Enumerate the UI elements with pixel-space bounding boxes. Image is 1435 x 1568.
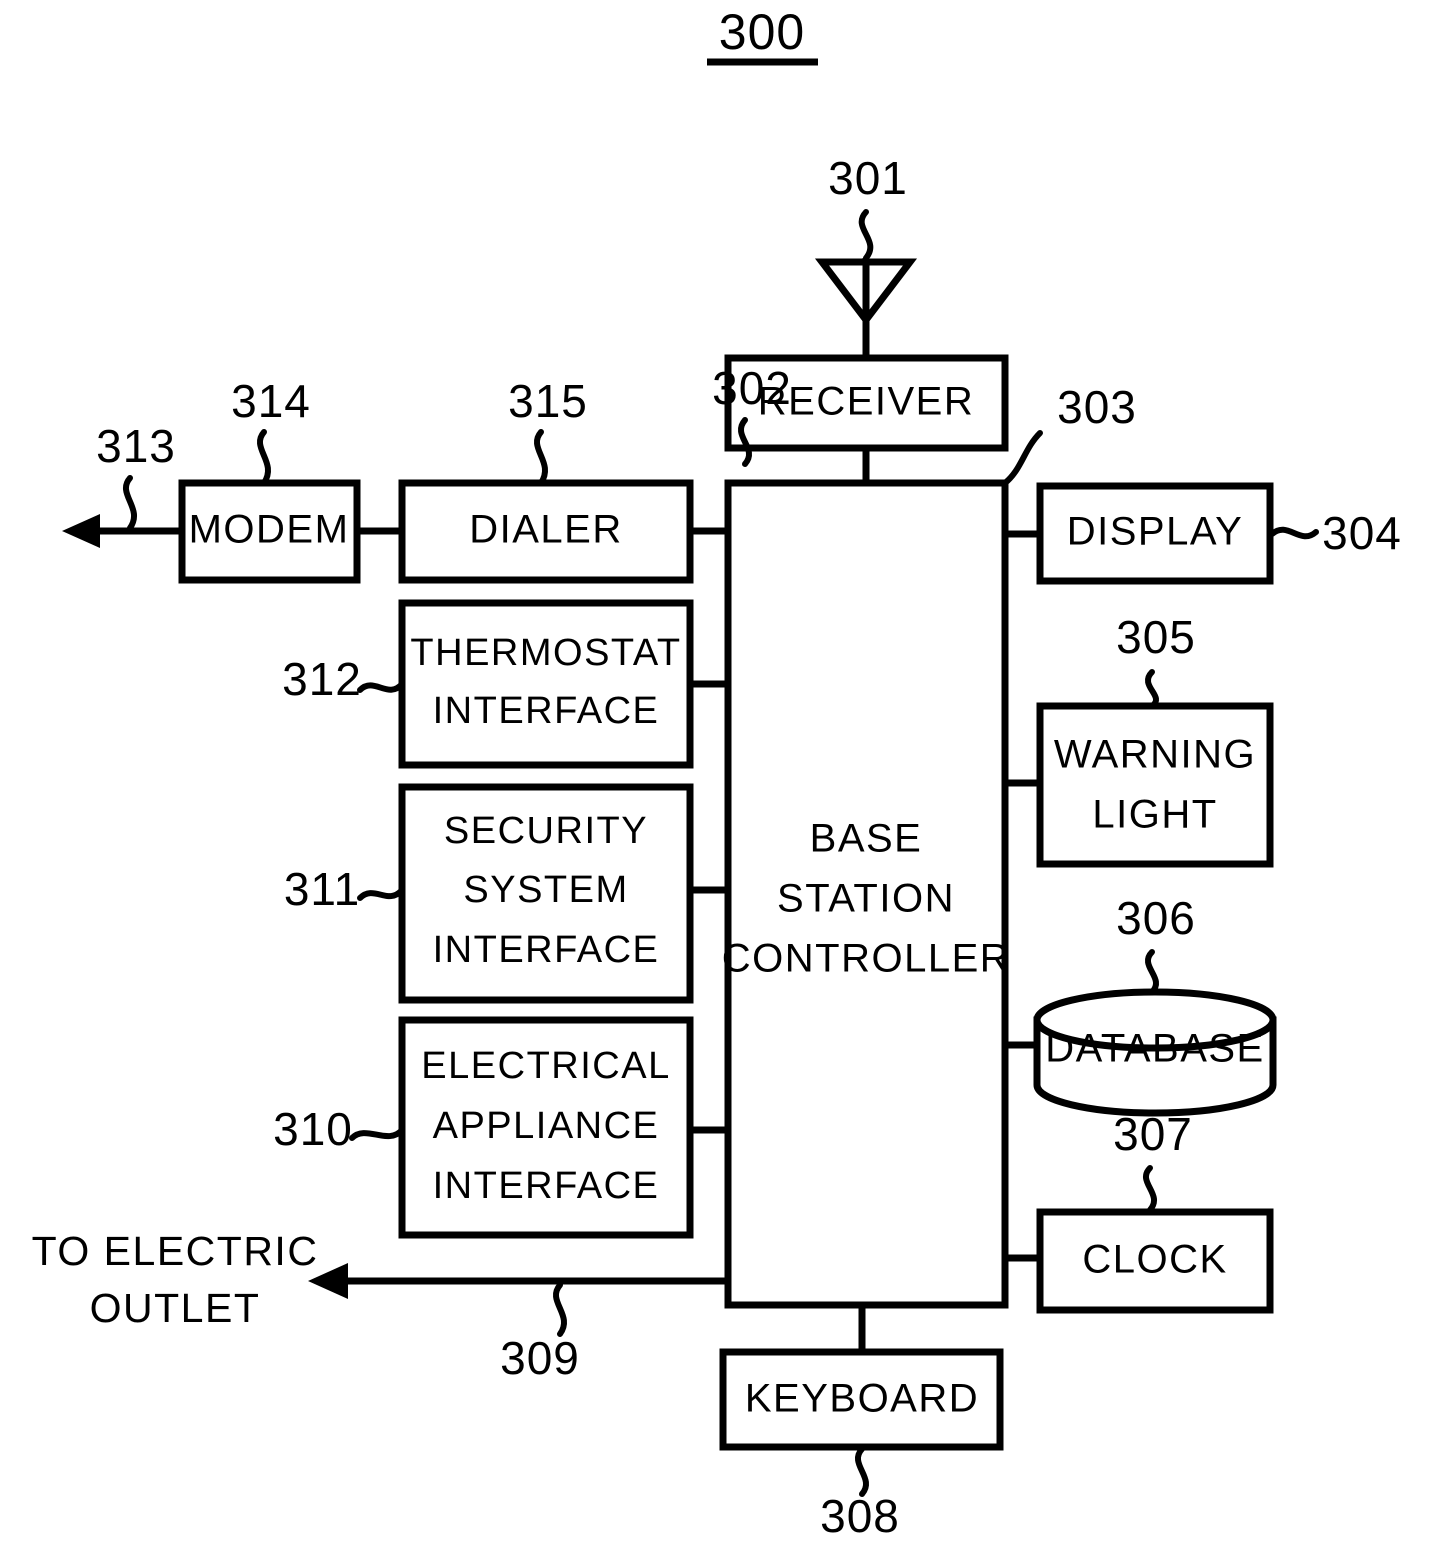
appliance-ref-number: 310 bbox=[273, 1103, 353, 1155]
keyboard-label: KEYBOARD bbox=[745, 1377, 979, 1421]
modem-ref-number: 314 bbox=[231, 375, 311, 427]
keyboard-lead-line bbox=[855, 1446, 869, 1497]
warning-lead-line bbox=[1145, 669, 1159, 709]
thermostat-interface-block[interactable] bbox=[398, 599, 694, 769]
warning-ref-number: 305 bbox=[1116, 611, 1196, 663]
database-label: DATABASE bbox=[1045, 1027, 1264, 1071]
security-label-line1: SECURITY bbox=[444, 810, 648, 852]
appliance-lead-line bbox=[349, 1127, 405, 1141]
clock-ref-number: 307 bbox=[1113, 1108, 1193, 1160]
electric-outlet-arrow bbox=[308, 1263, 728, 1299]
display-label: DISPLAY bbox=[1067, 510, 1244, 554]
controller-label-line3: CONTROLLER bbox=[722, 937, 1010, 981]
phone-line-lead bbox=[123, 475, 138, 531]
block-diagram-svg: 300 301 RECEIVER 302 BASE STATION CONTRO… bbox=[32, 4, 1402, 1542]
appliance-label-line2: APPLIANCE bbox=[433, 1105, 660, 1147]
dialer-ref-number: 315 bbox=[508, 375, 588, 427]
database-ref-number: 306 bbox=[1116, 892, 1196, 944]
clock-lead-line bbox=[1143, 1165, 1157, 1213]
controller-label-line2: STATION bbox=[777, 877, 955, 921]
antenna-lead-line bbox=[858, 209, 874, 261]
security-label-line2: SYSTEM bbox=[463, 869, 628, 911]
keyboard-ref-number: 308 bbox=[820, 1490, 900, 1542]
warning-light-block[interactable] bbox=[1036, 702, 1274, 868]
warning-label-line2: LIGHT bbox=[1092, 793, 1217, 837]
warning-label-line1: WARNING bbox=[1054, 733, 1256, 777]
outlet-lead-line bbox=[553, 1282, 568, 1337]
modem-lead-line bbox=[257, 429, 272, 486]
thermostat-label-line2: INTERFACE bbox=[433, 690, 660, 732]
phone-line-ref-number: 313 bbox=[96, 420, 176, 472]
appliance-label-line3: INTERFACE bbox=[433, 1165, 660, 1207]
thermostat-lead-line bbox=[357, 681, 405, 693]
outlet-label-line2: OUTLET bbox=[90, 1285, 261, 1331]
display-lead-line bbox=[1269, 526, 1319, 540]
controller-ref-number: 303 bbox=[1057, 381, 1137, 433]
thermostat-ref-number: 312 bbox=[282, 653, 362, 705]
controller-lead-line bbox=[1002, 430, 1043, 486]
figure-title: 300 bbox=[719, 4, 805, 60]
dialer-label: DIALER bbox=[469, 508, 623, 552]
antenna-ref-number: 301 bbox=[828, 152, 908, 204]
appliance-label-line1: ELECTRICAL bbox=[421, 1045, 670, 1087]
outlet-label-line1: TO ELECTRIC bbox=[32, 1228, 319, 1274]
security-label-line3: INTERFACE bbox=[433, 929, 660, 971]
outlet-ref-number: 309 bbox=[500, 1332, 580, 1384]
phone-line-arrow bbox=[62, 514, 182, 548]
security-ref-number: 311 bbox=[284, 863, 360, 915]
modem-label: MODEM bbox=[189, 508, 350, 552]
dialer-lead-line bbox=[534, 429, 549, 486]
clock-label: CLOCK bbox=[1082, 1238, 1227, 1282]
thermostat-label-line1: THERMOSTAT bbox=[410, 632, 681, 674]
antenna-symbol bbox=[814, 258, 918, 358]
security-lead-line bbox=[357, 887, 405, 901]
database-lead-line bbox=[1145, 949, 1159, 995]
receiver-ref-number: 302 bbox=[712, 362, 792, 414]
controller-label-line1: BASE bbox=[810, 817, 923, 861]
display-ref-number: 304 bbox=[1322, 507, 1402, 559]
figure-canvas: 300 301 RECEIVER 302 BASE STATION CONTRO… bbox=[0, 0, 1435, 1568]
